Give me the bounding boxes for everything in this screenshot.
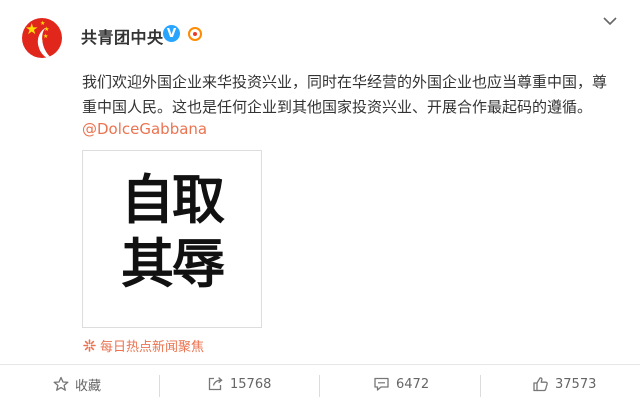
medal-icon[interactable]	[186, 24, 205, 43]
action-separator	[480, 375, 481, 397]
weibo-post-card: ★ ★ ★ ★ ★ 共青团中央 V 我们欢迎外国企业来华投资兴业，同时在华经营的…	[0, 0, 640, 403]
repost-button[interactable]: 15768	[207, 365, 271, 403]
verified-icon: V	[163, 25, 180, 42]
comment-button[interactable]: 6472	[373, 365, 429, 403]
author-name[interactable]: 共青团中央	[81, 24, 164, 48]
post-image[interactable]: 自取 其辱	[82, 150, 262, 328]
mention-link[interactable]: @DolceGabbana	[82, 120, 207, 138]
image-text-line-2: 其辱	[121, 234, 225, 295]
comment-icon	[374, 377, 389, 391]
avatar-emblem-icon: ★	[25, 20, 39, 38]
action-separator	[319, 375, 320, 397]
like-button[interactable]: 37573	[532, 365, 596, 403]
sparkle-icon	[83, 338, 96, 352]
avatar[interactable]: ★ ★ ★ ★ ★	[22, 18, 62, 58]
star-icon	[53, 376, 69, 391]
favorite-button[interactable]: 收藏	[53, 365, 101, 403]
action-separator	[159, 375, 160, 397]
repost-count: 15768	[230, 376, 272, 392]
like-count: 37573	[555, 376, 597, 392]
source-label: 每日热点新闻聚焦	[100, 339, 205, 355]
comment-count: 6472	[396, 376, 430, 392]
favorite-label: 收藏	[75, 378, 102, 394]
source-tag[interactable]: 每日热点新闻聚焦	[83, 336, 205, 355]
action-bar: 收藏 15768 6472 37573	[0, 365, 640, 403]
post-text: 我们欢迎外国企业来华投资兴业，同时在华经营的外国企业也应当尊重中国，尊重中国人民…	[82, 73, 608, 116]
like-icon	[533, 377, 548, 392]
chevron-down-icon[interactable]	[603, 16, 617, 26]
image-text-line-1: 自取	[121, 170, 225, 231]
repost-icon	[208, 377, 223, 391]
